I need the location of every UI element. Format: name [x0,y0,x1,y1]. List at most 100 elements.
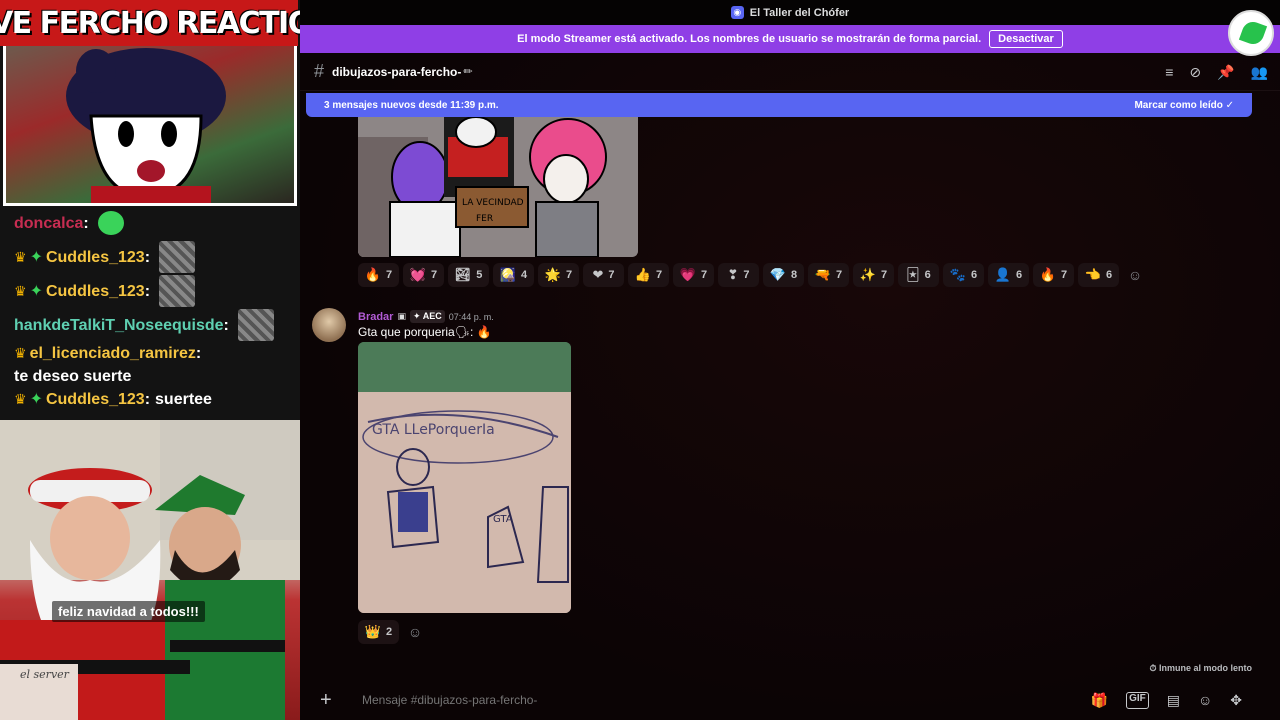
chat-message: ♛ ✦ Cuddles_123: [14,274,288,308]
reaction-emoji-icon: 🏞 [454,267,472,282]
chat-separator: : [195,345,202,362]
reaction-count: 7 [1061,269,1068,281]
video-subtitle: feliz navidad a todos!!! [52,601,205,622]
reaction-count: 6 [1016,269,1023,281]
reaction-count: 7 [743,269,750,281]
chat-username[interactable]: Cuddles_123 [46,246,145,269]
reaction-count: 7 [431,269,438,281]
svg-text:LA VECINDAD: LA VECINDAD [462,198,524,208]
reaction-emoji-icon: 🔥 [364,267,382,282]
reaction-emoji-icon: 🃏 [906,267,920,282]
reaction-button[interactable]: 👑 2 [358,620,399,644]
reaction-emoji-icon: 💎 [769,267,787,282]
reaction-button[interactable]: 👍 7 [628,263,669,287]
reaction-count: 6 [971,269,978,281]
reaction-count: 7 [701,269,708,281]
plus-icon[interactable]: + [320,689,340,712]
reactions-row: 🔥 7 💓 7 🏞 5 🎑 4 🌟 7 ❤ 7 👍 7 💗 7 ❣ 7 💎 8 🔫 7 ✨ 7 🃏 6 🐾 6 👤 6 🔥 7 👈 6 ☺ [358,263,1147,287]
apps-icon[interactable]: ✥ [1230,692,1242,709]
chat-separator: : [144,391,151,408]
discord-icon: ◉ [730,6,744,19]
gem-badge-icon: ✦ [29,391,43,408]
gif-icon[interactable]: GIF [1126,692,1149,709]
reaction-button[interactable]: 👈 6 [1078,263,1119,287]
stream-title: LIVE FERCHO REACTION [0,5,300,41]
chat-username[interactable]: el_licenciado_ramirez [30,342,196,365]
chat-username[interactable]: hankdeTalkiT_Noseequisde [14,314,224,337]
reaction-button[interactable]: 💗 7 [673,263,714,287]
message-header: Bradar ▣ ✦ AEC 07:44 p. m. [358,310,494,323]
chat-emote-icon [237,309,274,341]
window-titlebar: ◉ El Taller del Chófer [300,0,1280,25]
webcam-bottom: feliz navidad a todos!!! el server [0,420,300,720]
reaction-button[interactable]: 👤 6 [988,263,1029,287]
message-image-attachment[interactable]: GTA LLePorquerIa GTA [358,342,571,613]
channel-name: dibujazos-para-fercho- [332,64,462,79]
reaction-emoji-icon: 🐾 [949,267,967,282]
discord-window: ◉ El Taller del Chófer El modo Streamer … [300,0,1280,720]
reaction-button[interactable]: 🌟 7 [538,263,579,287]
slowmode-notice: ⏱ Inmune al modo lento [1149,663,1252,673]
hash-icon: # [314,61,325,81]
reaction-button[interactable]: 💓 7 [403,263,444,287]
chat-username[interactable]: doncalca [14,212,83,235]
reaction-button[interactable]: 🔥 7 [1033,263,1074,287]
reaction-button[interactable]: 💎 8 [763,263,804,287]
paper-drawing-icon: GTA LLePorquerIa GTA [358,342,571,613]
channel-header: # dibujazos-para-fercho- ✏ ≡ ⊘ 📌 👥 [300,53,1280,91]
reaction-count: 8 [791,269,798,281]
server-tag[interactable]: ✦ AEC [409,310,445,323]
reaction-emoji-icon: 💓 [409,267,427,282]
chat-text: te deseo suerte [14,368,132,385]
chat-emote-icon [159,275,196,307]
reaction-count: 7 [836,269,843,281]
pencil-emoji-icon: ✏ [463,66,473,78]
webcam-top [3,46,297,206]
reaction-button[interactable]: 🐾 6 [943,263,984,287]
reaction-button[interactable]: 🔥 7 [358,263,399,287]
reactions-row: 👑 2 ☺ [358,620,427,644]
reaction-emoji-icon: 🎑 [499,267,517,282]
reaction-button[interactable]: 🃏 6 [898,263,939,287]
mute-icon[interactable]: ⊘ [1189,64,1201,81]
reaction-emoji-icon: ❤ [592,267,604,282]
add-reaction-icon[interactable]: ☺ [403,620,427,644]
add-reaction-icon[interactable]: ☺ [1123,263,1147,287]
gift-icon[interactable]: 🎁 [1091,692,1108,709]
streamer-mode-text: El modo Streamer está activado. Los nomb… [517,33,982,45]
cartoon-avatar-icon [66,48,226,203]
reaction-emoji-icon: 🔥 [1039,267,1057,282]
reaction-button[interactable]: 🔫 7 [808,263,849,287]
chat-message: ♛ ✦ Cuddles_123: suertee [14,388,288,411]
chat-separator: : [144,282,151,300]
svg-text:FER: FER [476,214,493,224]
threads-icon[interactable]: ≡ [1165,64,1173,81]
speaking-head-emoji-icon: 🗣 [454,325,470,339]
avatar[interactable] [312,308,346,342]
deactivate-streamer-button[interactable]: Desactivar [989,30,1063,48]
message-author[interactable]: Bradar [358,311,393,323]
reaction-count: 7 [656,269,663,281]
chat-username[interactable]: Cuddles_123 [46,280,145,303]
reaction-button[interactable]: ❣ 7 [718,263,759,287]
members-icon[interactable]: 👥 [1251,64,1268,81]
emoji-icon[interactable]: ☺ [1198,692,1212,709]
chat-username[interactable]: Cuddles_123 [46,388,145,411]
overlay-logo-icon [1228,10,1274,56]
svg-text:GTA LLePorquerIa: GTA LLePorquerIa [372,422,495,438]
message-image-attachment[interactable]: LA VECINDAD FER [358,117,638,257]
reaction-count: 5 [476,269,483,281]
reaction-emoji-icon: 🔫 [814,267,832,282]
reaction-button[interactable]: 🏞 5 [448,263,489,287]
pin-icon[interactable]: 📌 [1217,64,1234,81]
reaction-button[interactable]: ✨ 7 [853,263,894,287]
new-messages-bar[interactable]: 3 mensajes nuevos desde 11:39 p.m. Marca… [306,93,1252,117]
reaction-button[interactable]: ❤ 7 [583,263,624,287]
message-input[interactable] [362,693,962,707]
cam-tag: el server [0,664,78,720]
clock-icon: ⏱ [1149,663,1157,673]
fire-emoji-icon: 🔥 [476,325,492,339]
sticker-icon[interactable]: ▤ [1167,692,1180,709]
reaction-button[interactable]: 🎑 4 [493,263,534,287]
mark-as-read-button[interactable]: Marcar como leído ✓ [1134,100,1234,111]
